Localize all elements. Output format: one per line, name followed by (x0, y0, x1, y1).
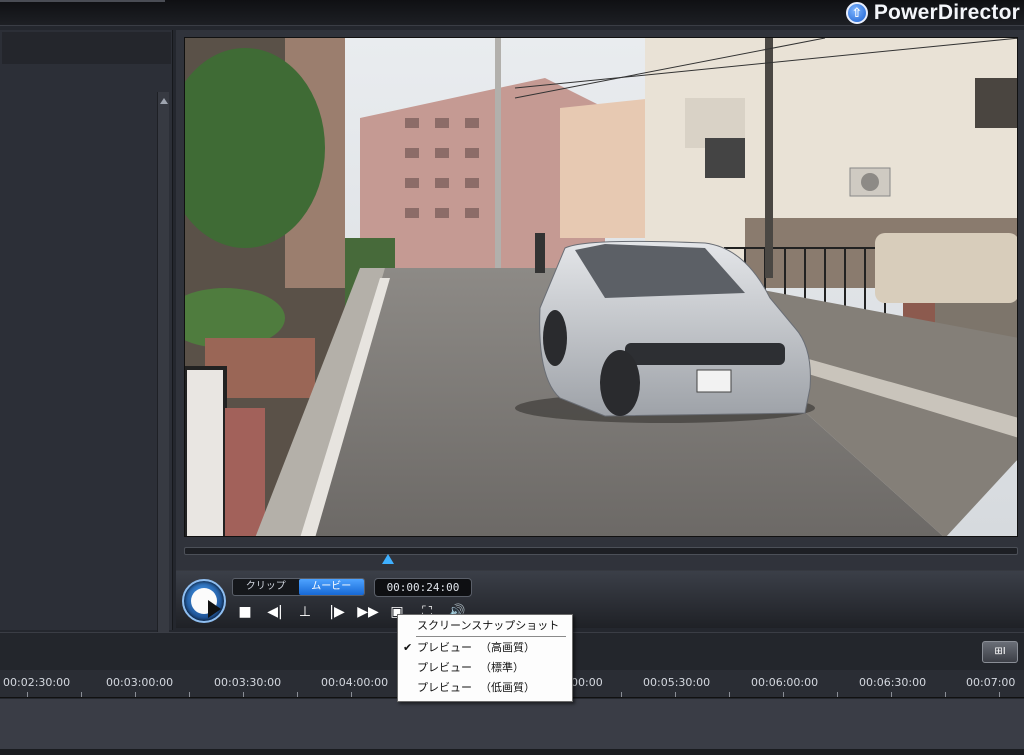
play-button[interactable] (182, 579, 226, 623)
ruler-label: 00:04:00:00 (321, 676, 389, 689)
timeline-track-strip (0, 749, 1024, 755)
menu-item-label: プレビュー (417, 681, 472, 694)
preview-scrub-slider[interactable] (184, 547, 1018, 564)
playback-controls: クリップ ムービー 00:00:24:00 ■ ◀| ⊥ |▶ ▶▶ ▣ ⛶ 🔊 (176, 570, 1024, 628)
video-frame (185, 38, 1017, 536)
ruler-tick (783, 692, 784, 697)
menu-separator (416, 636, 566, 637)
preview-panel: クリップ ムービー 00:00:24:00 ■ ◀| ⊥ |▶ ▶▶ ▣ ⛶ 🔊 (176, 30, 1024, 628)
menu-item-quality: （標準） (480, 661, 524, 674)
menu-item-label: プレビュー (417, 661, 472, 674)
ruler-label: 00:00 (571, 676, 603, 689)
play-icon (191, 588, 221, 618)
scrub-thumb[interactable] (382, 554, 394, 564)
previous-frame-icon[interactable]: ◀| (264, 604, 286, 620)
menu-item-label: プレビュー (417, 641, 472, 654)
ruler-label: 00:06:30:00 (859, 676, 927, 689)
ruler-label: 00:06:00:00 (751, 676, 819, 689)
timeline-view-button[interactable]: ⊞I (982, 641, 1018, 663)
menu-item-preview-low[interactable]: プレビュー （低画質） (398, 679, 572, 697)
upgrade-arrow-icon[interactable]: ⇧ (845, 2, 868, 24)
ruler-tick (729, 692, 730, 697)
ruler-tick (135, 692, 136, 697)
ruler-tick (297, 692, 298, 697)
ruler-tick (837, 692, 838, 697)
library-panel (0, 30, 173, 658)
mode-movie-tab[interactable]: ムービー (298, 579, 364, 595)
ruler-tick (945, 692, 946, 697)
next-frame-icon[interactable]: |▶ (326, 604, 348, 620)
timeline-track-area[interactable] (0, 699, 1024, 755)
scroll-up-arrow-icon[interactable] (160, 98, 168, 104)
library-header (2, 32, 171, 64)
brand-title: PowerDirector (873, 1, 1020, 24)
ruler-tick (891, 692, 892, 697)
menu-item-quality: （高画質） (480, 641, 535, 654)
ruler-tick (675, 692, 676, 697)
ruler-label: 00:02:30:00 (3, 676, 71, 689)
ruler-tick (351, 692, 352, 697)
ruler-tick (243, 692, 244, 697)
menu-item-preview-high[interactable]: ✔ プレビュー （高画質） (398, 639, 572, 657)
ruler-tick (189, 692, 190, 697)
ruler-label: 00:03:00:00 (106, 676, 174, 689)
stop-icon[interactable]: ■ (236, 604, 254, 620)
mark-icon[interactable]: ⊥ (294, 604, 316, 620)
ruler-label: 00:07:00 (966, 676, 1016, 689)
mode-clip-tab[interactable]: クリップ (233, 579, 299, 595)
ruler-label: 00:05:30:00 (643, 676, 711, 689)
timecode-display[interactable]: 00:00:24:00 (374, 578, 472, 597)
menu-item-preview-standard[interactable]: プレビュー （標準） (398, 659, 572, 677)
title-bar-highlight (0, 0, 165, 2)
menu-item-screen-snapshot[interactable]: スクリーンスナップショット (398, 617, 572, 635)
app-window: ⇧ PowerDirector クリップ ムービー 00:00:24:00 ■ … (0, 0, 1024, 755)
brand: ⇧ PowerDirector (845, 1, 1020, 25)
ruler-tick (27, 692, 28, 697)
menu-item-quality: （低画質） (480, 681, 535, 694)
fast-forward-icon[interactable]: ▶▶ (356, 604, 380, 620)
video-preview (184, 37, 1018, 537)
library-scrollbar[interactable] (157, 92, 169, 658)
ruler-tick (999, 692, 1000, 697)
context-menu: スクリーンスナップショット ✔ プレビュー （高画質） プレビュー （標準） プ… (397, 614, 573, 702)
ruler-label: 00:03:30:00 (214, 676, 282, 689)
ruler-tick (81, 692, 82, 697)
ruler-tick (621, 692, 622, 697)
preview-mode-toggle: クリップ ムービー (232, 578, 365, 596)
checkmark-icon: ✔ (403, 641, 413, 654)
menu-item-label: スクリーンスナップショット (417, 619, 560, 632)
title-bar: ⇧ PowerDirector (0, 0, 1024, 26)
